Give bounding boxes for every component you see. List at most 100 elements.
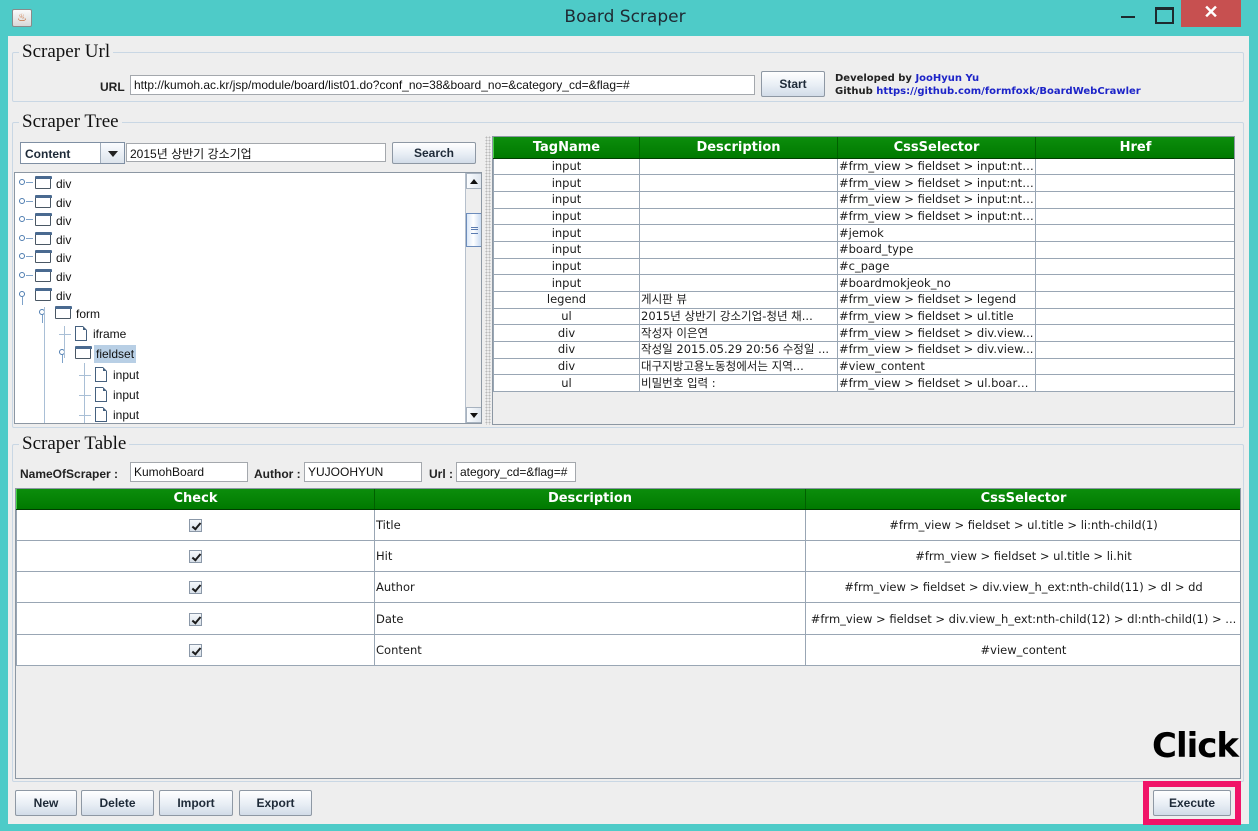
cell-css-selector[interactable]: #frm_view > fieldset > ul.title > li.hit [805, 539, 1240, 573]
cell-href[interactable] [1035, 174, 1234, 192]
cell-cssselector[interactable]: #frm_view > fieldset > div.view... [837, 341, 1036, 359]
table-row[interactable]: ul 2015년 상반기 강소기업-청년 채... #frm_view > fiel… [493, 307, 1234, 326]
cell-tagname[interactable]: input [493, 257, 640, 276]
cell-cssselector[interactable]: #frm_view > fieldset > input:nth... [837, 190, 1036, 209]
cell-href[interactable] [1035, 291, 1234, 309]
cell-href[interactable] [1035, 324, 1234, 343]
column-header-check[interactable]: Check [16, 489, 375, 510]
cell-tagname[interactable]: legend [493, 291, 640, 309]
table-row[interactable]: div 작성자 이은연 #frm_view > fieldset > div.vie… [493, 324, 1234, 343]
split-pane-divider[interactable] [485, 136, 491, 425]
cell-cssselector[interactable]: #frm_view > fieldset > input:nth... [837, 174, 1036, 192]
cell-href[interactable] [1035, 374, 1234, 393]
cell-css-selector[interactable]: #frm_view > fieldset > div.view_h_ext:nt… [805, 571, 1240, 604]
table-row[interactable]: Content #view_content [16, 633, 1240, 666]
delete-button[interactable]: Delete [81, 790, 154, 816]
cell-description[interactable]: 작성일 2015.05.29 20:56 수정일 ... [639, 341, 838, 359]
table-row[interactable]: ul 비밀번호 입력 : #frm_view > fieldset > ul.boa… [493, 374, 1234, 393]
cell-cssselector[interactable]: #view_content [837, 357, 1036, 376]
cell-description[interactable] [639, 157, 838, 176]
column-header-href[interactable]: Href [1035, 137, 1234, 159]
table-row[interactable]: input #frm_view > fieldset > input:nth... [493, 174, 1234, 192]
cell-href[interactable] [1035, 224, 1234, 242]
tree-node[interactable]: input [79, 406, 141, 423]
table-row[interactable]: div 작성일 2015.05.29 20:56 수정일 ... #frm_view… [493, 341, 1234, 359]
scroll-down-arrow-icon[interactable] [466, 407, 481, 423]
column-header-tagname[interactable]: TagName [493, 137, 640, 159]
table-row[interactable]: Date #frm_view > fieldset > div.view_h_ex… [16, 602, 1240, 635]
cell-cssselector[interactable]: #c_page [837, 257, 1036, 276]
expand-handle-icon[interactable] [19, 197, 33, 207]
cell-href[interactable] [1035, 341, 1234, 359]
cell-description[interactable]: 대구지방고용노동청에서는 지역... [639, 357, 838, 376]
cell-cssselector[interactable]: #frm_view > fieldset > ul.board... [837, 374, 1036, 393]
cell-tagname[interactable]: ul [493, 307, 640, 326]
collapse-handle-icon[interactable] [19, 290, 33, 305]
cell-href[interactable] [1035, 357, 1234, 376]
cell-tagname[interactable]: input [493, 207, 640, 226]
cell-href[interactable] [1035, 240, 1234, 259]
expand-handle-icon[interactable] [19, 215, 33, 225]
table-row[interactable]: input #boardmokjeok_no [493, 274, 1234, 292]
cell-description[interactable]: Content [374, 633, 806, 666]
cell-cssselector[interactable]: #frm_view > fieldset > ul.title [837, 307, 1036, 326]
table-row[interactable]: input #board_type [493, 240, 1234, 259]
cell-description[interactable]: 비밀번호 입력 : [639, 374, 838, 393]
tree-node[interactable]: iframe [59, 325, 128, 343]
cell-css-selector[interactable]: #frm_view > fieldset > div.view_h_ext:nt… [805, 602, 1240, 635]
expand-handle-icon[interactable] [19, 271, 33, 281]
table-row[interactable]: input #frm_view > fieldset > input:nth... [493, 190, 1234, 209]
export-button[interactable]: Export [239, 790, 312, 816]
column-header-description[interactable]: Description [374, 489, 806, 510]
cell-check[interactable] [16, 633, 375, 666]
table-row[interactable]: input #jemok [493, 224, 1234, 242]
table-row[interactable]: Title #frm_view > fieldset > ul.title > l… [16, 508, 1240, 541]
cell-href[interactable] [1035, 207, 1234, 226]
start-button[interactable]: Start [761, 71, 825, 97]
cell-cssselector[interactable]: #frm_view > fieldset > input:nth... [837, 157, 1036, 176]
tree-scrollbar[interactable] [465, 173, 481, 423]
cell-description[interactable]: Date [374, 602, 806, 635]
cell-cssselector[interactable]: #frm_view > fieldset > div.view... [837, 324, 1036, 343]
cell-tagname[interactable]: input [493, 240, 640, 259]
cell-css-selector[interactable]: #view_content [805, 633, 1240, 666]
cell-description[interactable] [639, 174, 838, 192]
cell-tagname[interactable]: div [493, 324, 640, 343]
title-bar[interactable]: ♨ Board Scraper ✕ [0, 0, 1258, 36]
tree-node[interactable]: div [19, 175, 73, 193]
column-header-cssselector[interactable]: CssSelector [837, 137, 1036, 159]
maximize-button[interactable] [1148, 0, 1178, 27]
cell-description[interactable]: Author [374, 571, 806, 604]
table-row[interactable]: Author #frm_view > fieldset > div.view_h_… [16, 571, 1240, 604]
cell-description[interactable] [639, 224, 838, 242]
cell-description[interactable] [639, 274, 838, 292]
collapse-handle-icon[interactable] [59, 348, 73, 364]
cell-tagname[interactable]: div [493, 357, 640, 376]
cell-cssselector[interactable]: #frm_view > fieldset > legend [837, 291, 1036, 309]
cell-description[interactable]: Title [374, 508, 806, 541]
cell-tagname[interactable]: input [493, 224, 640, 242]
close-button[interactable]: ✕ [1181, 0, 1241, 27]
cell-tagname[interactable]: input [493, 190, 640, 209]
cell-description[interactable] [639, 190, 838, 209]
cell-href[interactable] [1035, 257, 1234, 276]
scroll-up-arrow-icon[interactable] [466, 173, 481, 189]
cell-description[interactable]: 2015년 상반기 강소기업-청년 채... [639, 307, 838, 326]
row-checkbox[interactable] [189, 518, 202, 532]
table-row[interactable]: input #frm_view > fieldset > input:nth... [493, 207, 1234, 226]
cell-tagname[interactable]: input [493, 274, 640, 292]
cell-description[interactable] [639, 257, 838, 276]
author-input[interactable]: YUJOOHYUN [304, 462, 422, 482]
search-button[interactable]: Search [392, 142, 476, 164]
tree-node[interactable]: input [79, 366, 141, 384]
cell-href[interactable] [1035, 190, 1234, 209]
cell-description[interactable]: Hit [374, 539, 806, 573]
minimize-button[interactable] [1112, 0, 1142, 27]
cell-check[interactable] [16, 508, 375, 541]
cell-description[interactable]: 작성자 이은연 [639, 324, 838, 343]
cell-check[interactable] [16, 602, 375, 635]
expand-handle-icon[interactable] [19, 234, 33, 244]
cell-tagname[interactable]: input [493, 157, 640, 176]
cell-check[interactable] [16, 539, 375, 573]
dom-tree[interactable]: div div div div div div div form iframe fieldset i… [14, 172, 482, 424]
